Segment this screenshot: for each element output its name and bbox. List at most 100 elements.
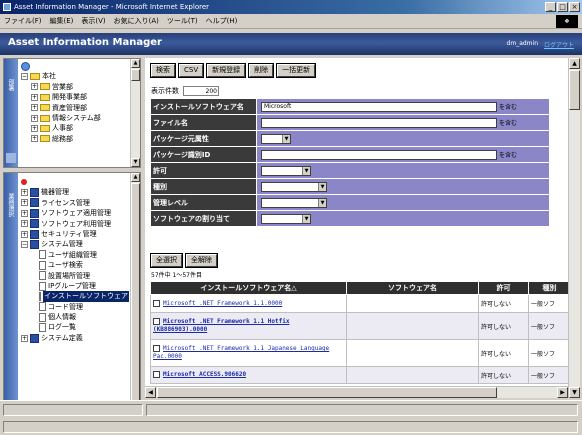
filename-input[interactable] bbox=[261, 117, 497, 128]
package-id-input[interactable] bbox=[261, 149, 497, 160]
menu-help[interactable]: ヘルプ(H) bbox=[206, 16, 238, 26]
main-vscrollbar[interactable]: ▲ ▼ bbox=[568, 58, 580, 398]
expand-icon[interactable]: + bbox=[31, 125, 38, 133]
column-header-installed-software[interactable]: インストールソフトウェア名△ bbox=[150, 281, 347, 295]
management-level-select[interactable]: ▼ bbox=[261, 197, 327, 208]
tree-row[interactable]: + 機器管理 bbox=[21, 187, 129, 198]
tree-row[interactable]: 設置場所管理 bbox=[21, 271, 129, 281]
row-checkbox[interactable] bbox=[153, 318, 160, 325]
software-link[interactable]: Microsoft ACCESS.906620 bbox=[163, 371, 246, 378]
scroll-up-icon[interactable]: ▲ bbox=[569, 58, 580, 69]
menu-favorites[interactable]: お気に入り(A) bbox=[114, 16, 159, 26]
deselect-all-button[interactable]: 全解除 bbox=[185, 253, 218, 268]
menu-edit[interactable]: 編集(E) bbox=[50, 16, 74, 26]
column-header-permission[interactable]: 許可 bbox=[478, 281, 529, 295]
expand-icon[interactable]: + bbox=[21, 199, 28, 207]
row-checkbox[interactable] bbox=[153, 299, 160, 307]
tree-row[interactable]: + 開発事業部 bbox=[21, 92, 129, 102]
select-all-button[interactable]: 全選択 bbox=[150, 253, 183, 268]
tree-row[interactable]: + セキュリティ管理 bbox=[21, 229, 129, 239]
chevron-down-icon: ▼ bbox=[318, 198, 326, 207]
software-link[interactable]: Microsoft .NET Framework 1.1.0000 bbox=[163, 300, 282, 307]
tree-row[interactable]: ユーザ検索 bbox=[21, 260, 129, 270]
logout-link[interactable]: ログアウト bbox=[544, 40, 574, 49]
scroll-thumb[interactable] bbox=[131, 183, 140, 403]
tree-row[interactable]: ログ一覧 bbox=[21, 322, 129, 333]
tree-row[interactable]: コード管理 bbox=[21, 302, 129, 312]
table-header-row: インストールソフトウェア名△ ソフトウェア名 許可 種別 bbox=[150, 281, 568, 295]
tree-row[interactable]: 個人情報 bbox=[21, 312, 129, 322]
column-header-software[interactable]: ソフトウェア名 bbox=[346, 281, 479, 295]
search-button[interactable]: 検索 bbox=[150, 63, 176, 78]
tree-row[interactable]: − システム管理 bbox=[21, 239, 129, 250]
csv-button[interactable]: CSV bbox=[177, 63, 205, 78]
column-header-type[interactable]: 種別 bbox=[528, 281, 568, 295]
expand-icon[interactable]: + bbox=[31, 114, 38, 122]
scroll-thumb[interactable] bbox=[569, 70, 580, 110]
menu-view[interactable]: 表示(V) bbox=[81, 16, 105, 26]
status-dot-icon bbox=[21, 179, 27, 186]
tree-row[interactable]: − 本社 bbox=[21, 71, 129, 81]
table-row: Microsoft .NET Framework 1.1 Hotfix (KB8… bbox=[150, 312, 568, 340]
tree-row[interactable]: + 総務部 bbox=[21, 134, 129, 144]
delete-button[interactable]: 削除 bbox=[248, 63, 275, 78]
expand-icon[interactable]: + bbox=[21, 209, 28, 217]
scroll-up-icon[interactable]: ▲ bbox=[131, 59, 140, 68]
tree-label: IPグループ管理 bbox=[48, 281, 96, 290]
close-button[interactable]: × bbox=[569, 2, 580, 12]
software-assignment-select[interactable]: ▼ bbox=[261, 213, 311, 224]
ie-app-icon bbox=[3, 3, 11, 11]
expand-icon[interactable]: + bbox=[31, 135, 38, 143]
scroll-down-icon[interactable]: ▼ bbox=[569, 387, 580, 398]
tree-row-selected[interactable]: インストールソフトウェア bbox=[21, 291, 129, 302]
panel-gripper-icon[interactable] bbox=[6, 153, 16, 163]
expand-icon[interactable]: + bbox=[21, 189, 28, 197]
results-hscrollbar[interactable]: ◀ ▶ bbox=[145, 386, 568, 398]
task-tab[interactable]: 業務選択 bbox=[4, 173, 18, 421]
scroll-down-icon[interactable]: ▼ bbox=[131, 158, 140, 167]
expand-icon[interactable]: + bbox=[21, 220, 28, 228]
installed-software-input[interactable]: Microsoft bbox=[261, 101, 497, 112]
scroll-right-icon[interactable]: ▶ bbox=[557, 387, 568, 398]
row-checkbox[interactable] bbox=[153, 345, 160, 352]
department-tab[interactable]: 部署 bbox=[4, 59, 18, 167]
software-link[interactable]: Microsoft .NET Framework 1.1 Japanese La… bbox=[153, 345, 329, 360]
tree-row[interactable]: + ライセンス管理 bbox=[21, 198, 129, 208]
tree-row[interactable]: ユーザ組織管理 bbox=[21, 250, 129, 260]
tree-row[interactable] bbox=[21, 61, 129, 71]
expand-icon[interactable]: + bbox=[21, 230, 28, 238]
scroll-thumb[interactable] bbox=[131, 69, 140, 81]
bulk-update-button[interactable]: 一括更新 bbox=[276, 63, 317, 78]
tree-row[interactable]: + ソフトウェア利用管理 bbox=[21, 219, 129, 229]
maximize-button[interactable]: □ bbox=[557, 2, 568, 12]
scroll-thumb[interactable] bbox=[157, 387, 497, 398]
logged-in-user: dm_admin bbox=[506, 40, 538, 47]
package-origin-select[interactable]: ▼ bbox=[261, 133, 291, 144]
tree-row[interactable]: + 資産管理部 bbox=[21, 103, 129, 113]
task-tree-scrollbar[interactable]: ▲ ▼ bbox=[130, 173, 140, 421]
collapse-icon[interactable]: − bbox=[21, 241, 28, 249]
permission-select[interactable]: ▼ bbox=[261, 165, 311, 176]
tree-row[interactable]: + システム定義 bbox=[21, 333, 129, 343]
expand-icon[interactable]: + bbox=[31, 83, 38, 91]
software-link[interactable]: Microsoft .NET Framework 1.1 Hotfix (KB8… bbox=[153, 318, 289, 333]
tree-row[interactable]: IPグループ管理 bbox=[21, 281, 129, 291]
collapse-icon[interactable]: − bbox=[21, 73, 28, 81]
display-count-input[interactable]: 200 bbox=[183, 86, 219, 96]
new-button[interactable]: 新規登録 bbox=[206, 63, 247, 78]
type-select[interactable]: ▼ bbox=[261, 181, 327, 192]
expand-icon[interactable]: + bbox=[31, 93, 38, 101]
row-checkbox[interactable] bbox=[153, 371, 160, 378]
tree-row[interactable]: + 人事部 bbox=[21, 123, 129, 133]
expand-icon[interactable]: + bbox=[31, 104, 38, 112]
tree-row[interactable]: + 営業部 bbox=[21, 82, 129, 92]
tree-row[interactable]: + 情報システム部 bbox=[21, 113, 129, 123]
menu-tools[interactable]: ツール(T) bbox=[167, 16, 198, 26]
expand-icon[interactable]: + bbox=[21, 334, 28, 342]
tree-row[interactable]: + ソフトウェア適用管理 bbox=[21, 208, 129, 218]
department-tree-scrollbar[interactable]: ▲ ▼ bbox=[130, 59, 140, 167]
scroll-left-icon[interactable]: ◀ bbox=[145, 387, 156, 398]
minimize-button[interactable]: _ bbox=[545, 2, 556, 12]
menu-file[interactable]: ファイル(F) bbox=[4, 16, 42, 26]
scroll-up-icon[interactable]: ▲ bbox=[131, 173, 140, 182]
